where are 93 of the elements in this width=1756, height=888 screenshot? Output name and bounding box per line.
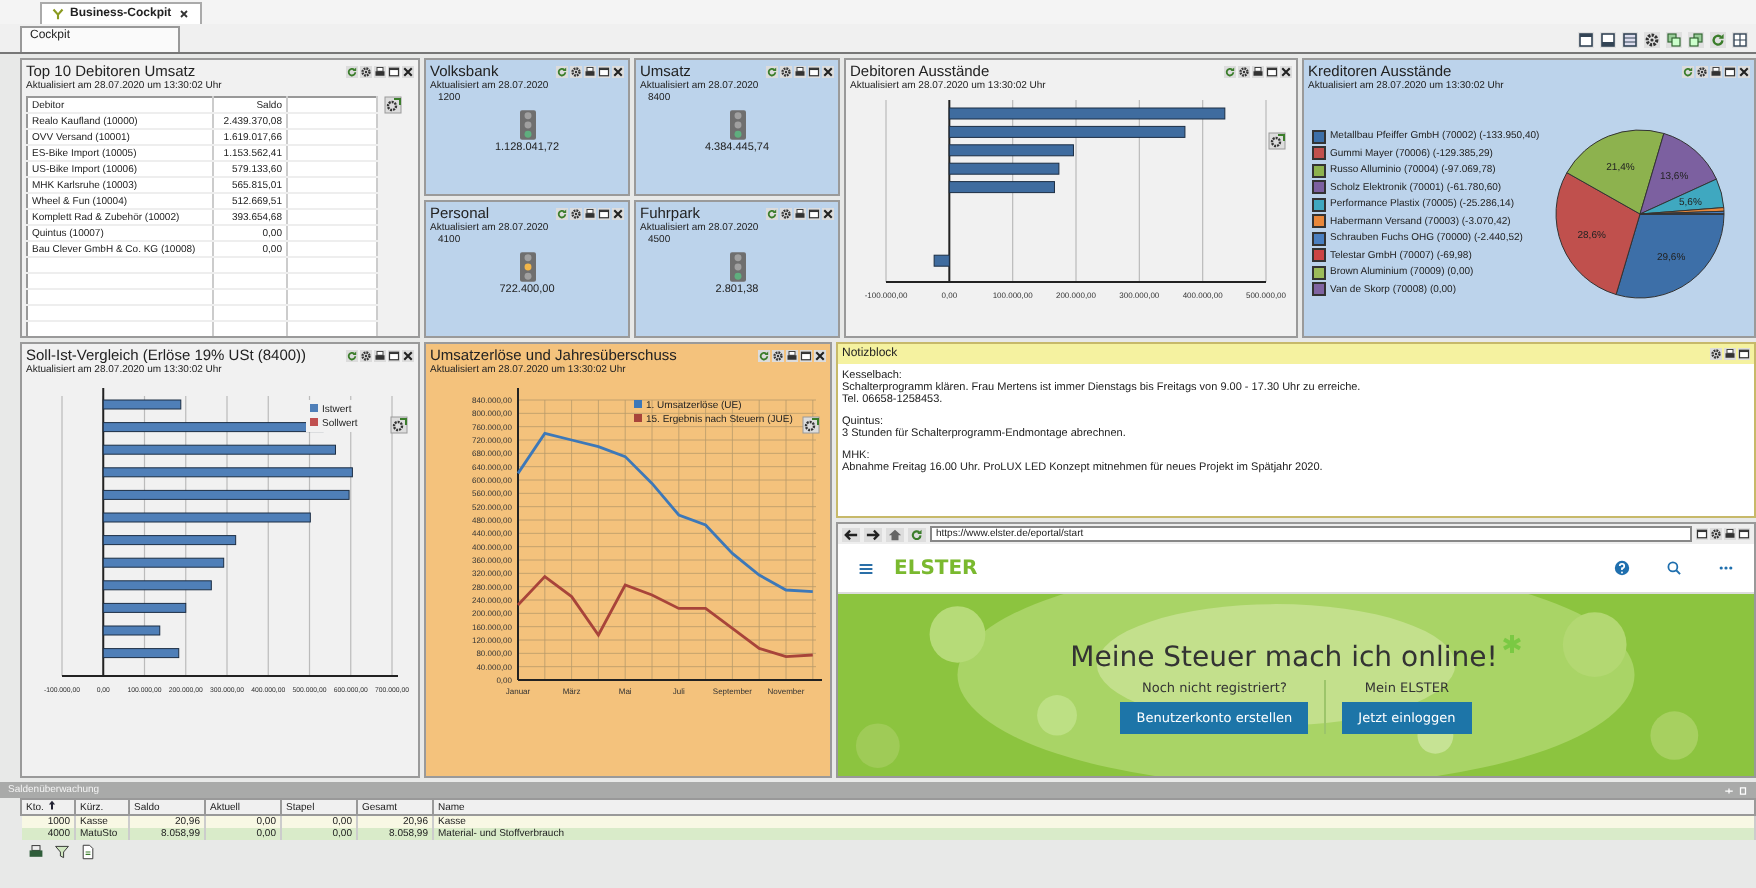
- printer-icon[interactable]: [794, 65, 806, 77]
- refresh-icon[interactable]: [1682, 65, 1694, 77]
- close-icon[interactable]: [1280, 65, 1292, 77]
- settings-icon[interactable]: [1238, 65, 1250, 77]
- maximize-icon[interactable]: [388, 65, 400, 77]
- printer-icon[interactable]: [374, 349, 386, 361]
- maximize-icon[interactable]: [1738, 528, 1750, 540]
- printer-icon[interactable]: [1710, 65, 1722, 77]
- bar: [102, 625, 161, 636]
- settings-icon[interactable]: [780, 65, 792, 77]
- window-icon[interactable]: [1578, 32, 1594, 48]
- grid-icon[interactable]: [1732, 32, 1748, 48]
- settings-icon[interactable]: [360, 349, 372, 361]
- bar: [102, 535, 237, 546]
- refresh-icon[interactable]: [556, 65, 568, 77]
- maximize-icon[interactable]: [800, 349, 812, 361]
- settings-icon[interactable]: [1696, 65, 1708, 77]
- printer-icon[interactable]: [786, 349, 798, 361]
- printer-icon[interactable]: [28, 844, 44, 860]
- refresh-icon[interactable]: [346, 349, 358, 361]
- sort-arrow-icon: [47, 800, 56, 810]
- document-icon[interactable]: [80, 844, 96, 860]
- refresh-icon[interactable]: [346, 65, 358, 77]
- bar: [102, 580, 212, 591]
- window-icon[interactable]: [1600, 32, 1616, 48]
- bar: [948, 144, 1074, 157]
- traffic-light-icon: [729, 252, 745, 282]
- traffic-light-icon: [729, 110, 745, 140]
- printer-icon[interactable]: [584, 207, 596, 219]
- maximize-icon[interactable]: [808, 65, 820, 77]
- settings-icon[interactable]: [570, 207, 582, 219]
- bar: [933, 254, 950, 267]
- settings-icon[interactable]: [1644, 32, 1660, 48]
- maximize-icon[interactable]: [808, 207, 820, 219]
- logo: ELSTER: [894, 557, 978, 579]
- close-icon[interactable]: [402, 349, 414, 361]
- printer-icon[interactable]: [794, 207, 806, 219]
- maximize-icon[interactable]: [388, 349, 400, 361]
- forward-icon[interactable]: [864, 527, 882, 541]
- chart-settings-icon[interactable]: [390, 416, 408, 434]
- menu-icon[interactable]: [858, 561, 874, 575]
- close-icon[interactable]: [814, 349, 826, 361]
- refresh-icon[interactable]: [556, 207, 568, 219]
- close-icon[interactable]: [822, 207, 834, 219]
- refresh-icon[interactable]: [1224, 65, 1236, 77]
- refresh-icon[interactable]: [758, 349, 770, 361]
- help-icon[interactable]: [1614, 560, 1630, 576]
- chart-settings-icon[interactable]: [1268, 132, 1286, 150]
- headline: Meine Steuer mach ich online!: [1070, 642, 1498, 674]
- filter-icon[interactable]: [54, 844, 70, 860]
- refresh-icon[interactable]: [1710, 32, 1726, 48]
- close-icon[interactable]: [612, 65, 624, 77]
- close-icon[interactable]: [1738, 65, 1750, 77]
- bar: [102, 557, 225, 568]
- bar: [102, 648, 180, 659]
- bar: [102, 602, 187, 613]
- close-icon[interactable]: [612, 207, 624, 219]
- maximize-icon[interactable]: [1738, 348, 1750, 360]
- settings-icon[interactable]: [1710, 528, 1722, 540]
- chart-settings-icon[interactable]: [802, 416, 820, 434]
- close-icon[interactable]: [402, 65, 414, 77]
- printer-icon[interactable]: [1724, 528, 1736, 540]
- settings-icon[interactable]: [570, 65, 582, 77]
- bar: [102, 399, 182, 410]
- window-icon[interactable]: [1622, 32, 1638, 48]
- bar: [948, 181, 1055, 194]
- asterisk-icon: [1501, 634, 1522, 654]
- maximize-icon[interactable]: [1724, 65, 1736, 77]
- bar: [948, 162, 1060, 175]
- settings-icon[interactable]: [780, 207, 792, 219]
- traffic-light-icon: [519, 110, 535, 140]
- printer-icon[interactable]: [1724, 348, 1736, 360]
- settings-icon[interactable]: [772, 349, 784, 361]
- printer-icon[interactable]: [374, 65, 386, 77]
- refresh-icon[interactable]: [766, 65, 778, 77]
- printer-icon[interactable]: [584, 65, 596, 77]
- logo-icon: [52, 8, 64, 20]
- settings-icon[interactable]: [1710, 348, 1722, 360]
- maximize-icon[interactable]: [598, 65, 610, 77]
- close-icon[interactable]: [822, 65, 834, 77]
- maximize-icon[interactable]: [1266, 65, 1278, 77]
- back-icon[interactable]: [842, 527, 860, 541]
- refresh-icon[interactable]: [766, 207, 778, 219]
- settings-icon[interactable]: [360, 65, 372, 77]
- close-icon[interactable]: [177, 8, 190, 20]
- printer-icon[interactable]: [1252, 65, 1264, 77]
- home-icon[interactable]: [886, 527, 904, 541]
- search-icon[interactable]: [1666, 560, 1682, 576]
- maximize-icon[interactable]: [598, 207, 610, 219]
- maximize-icon[interactable]: [1696, 528, 1708, 540]
- refresh-icon[interactable]: [908, 527, 926, 541]
- chart-settings-icon[interactable]: [384, 96, 402, 114]
- traffic-light-icon: [519, 252, 535, 282]
